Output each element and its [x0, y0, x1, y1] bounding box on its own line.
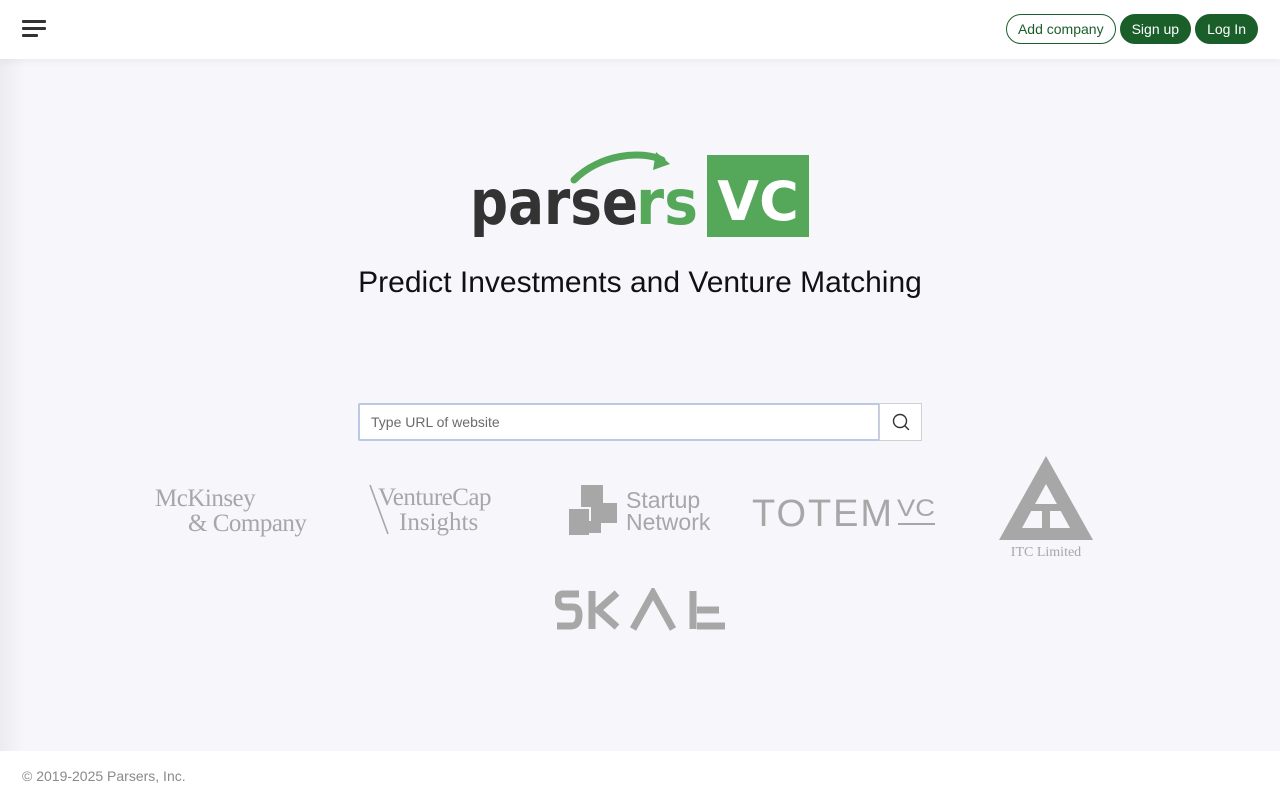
copyright-text: © 2019-2025 Parsers, Inc. [22, 768, 186, 784]
partner-logo-skael [555, 588, 725, 631]
mckinsey-line2: & Company [188, 510, 307, 537]
page-tagline: Predict Investments and Venture Matching [358, 266, 922, 299]
totem-vc-suffix: VC [897, 495, 935, 522]
search-button[interactable] [879, 403, 922, 441]
sign-up-button[interactable]: Sign up [1119, 14, 1192, 44]
parsers-vc-logo[interactable]: parse rs VC [470, 150, 810, 240]
logo-text-dark: parse [470, 166, 638, 239]
partner-logo-totem-vc: TOTEM VC [752, 493, 935, 530]
mckinsey-line1: McKinsey [155, 485, 256, 512]
header-actions: Add company Sign up Log In [1005, 14, 1258, 44]
partner-logo-mckinsey: McKinsey & Company [155, 485, 308, 537]
log-in-button[interactable]: Log In [1195, 14, 1258, 44]
startup-network-line2: Network [626, 509, 711, 535]
venturecap-line1: VentureCap [378, 484, 491, 511]
totem-text: TOTEM [752, 493, 894, 530]
partner-logo-itc-limited: ITC Limited [999, 456, 1093, 560]
left-edge-shadow [0, 59, 24, 751]
hamburger-menu-icon[interactable] [22, 20, 46, 40]
search-bar [358, 403, 922, 441]
venturecap-line2: Insights [399, 509, 478, 536]
page-footer: © 2019-2025 Parsers, Inc. [0, 751, 1280, 800]
logo-text-green: rs [636, 166, 698, 239]
partner-logo-startup-network: Startup Network [569, 485, 711, 535]
itc-limited-text: ITC Limited [1011, 545, 1081, 560]
logo-vc-box-text: VC [717, 170, 798, 233]
partner-logo-venturecap-insights: VentureCap Insights [369, 484, 492, 536]
url-search-input[interactable] [358, 403, 880, 441]
search-icon [892, 413, 909, 431]
skael-wordmark-icon [555, 588, 725, 631]
top-header: Add company Sign up Log In [0, 0, 1280, 59]
add-company-button[interactable]: Add company [1005, 14, 1116, 44]
